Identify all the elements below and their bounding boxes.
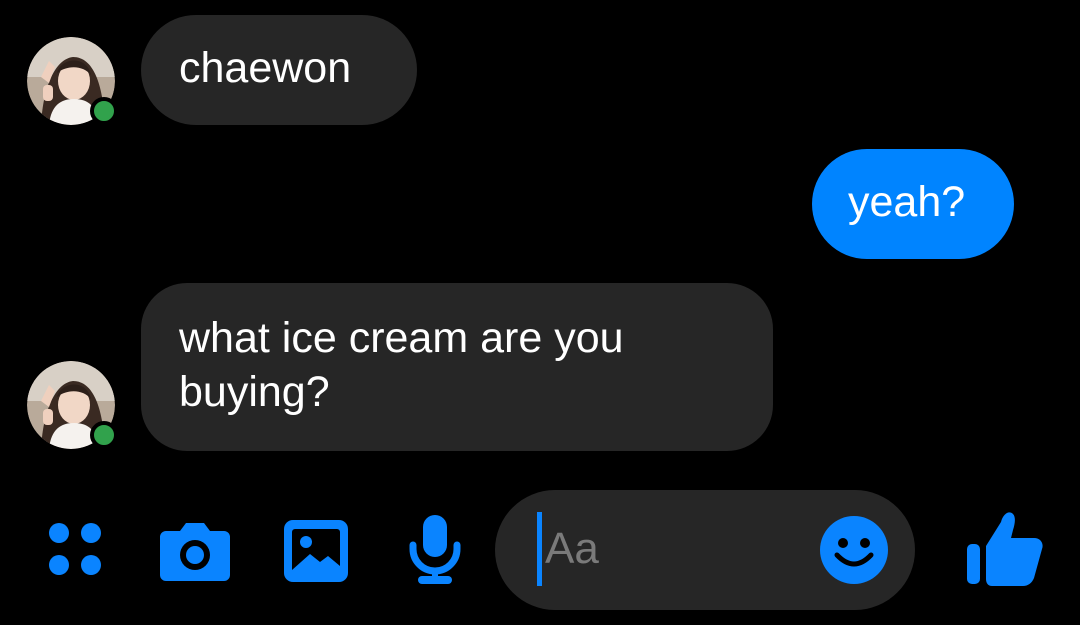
gallery-icon[interactable] [284, 520, 348, 582]
message-text: what ice cream are you buying? [179, 314, 624, 416]
online-status-dot [90, 97, 118, 125]
message-text: yeah? [848, 178, 966, 226]
camera-icon[interactable] [160, 521, 230, 581]
contact-avatar[interactable] [27, 361, 118, 449]
contact-avatar[interactable] [27, 37, 118, 125]
message-composer[interactable] [495, 490, 915, 610]
message-bubble-outgoing[interactable]: yeah? [812, 149, 1014, 259]
menu-dots-icon[interactable] [48, 522, 104, 578]
thumbs-up-icon[interactable] [965, 508, 1045, 588]
text-caret [537, 512, 542, 586]
emoji-smile-icon[interactable] [819, 515, 889, 585]
message-input[interactable] [545, 518, 815, 580]
microphone-icon[interactable] [408, 515, 462, 585]
online-status-dot [90, 421, 118, 449]
message-bubble-incoming[interactable]: what ice cream are you buying? [141, 283, 773, 451]
message-text: chaewon [179, 44, 352, 92]
message-bubble-incoming[interactable]: chaewon [141, 15, 417, 125]
